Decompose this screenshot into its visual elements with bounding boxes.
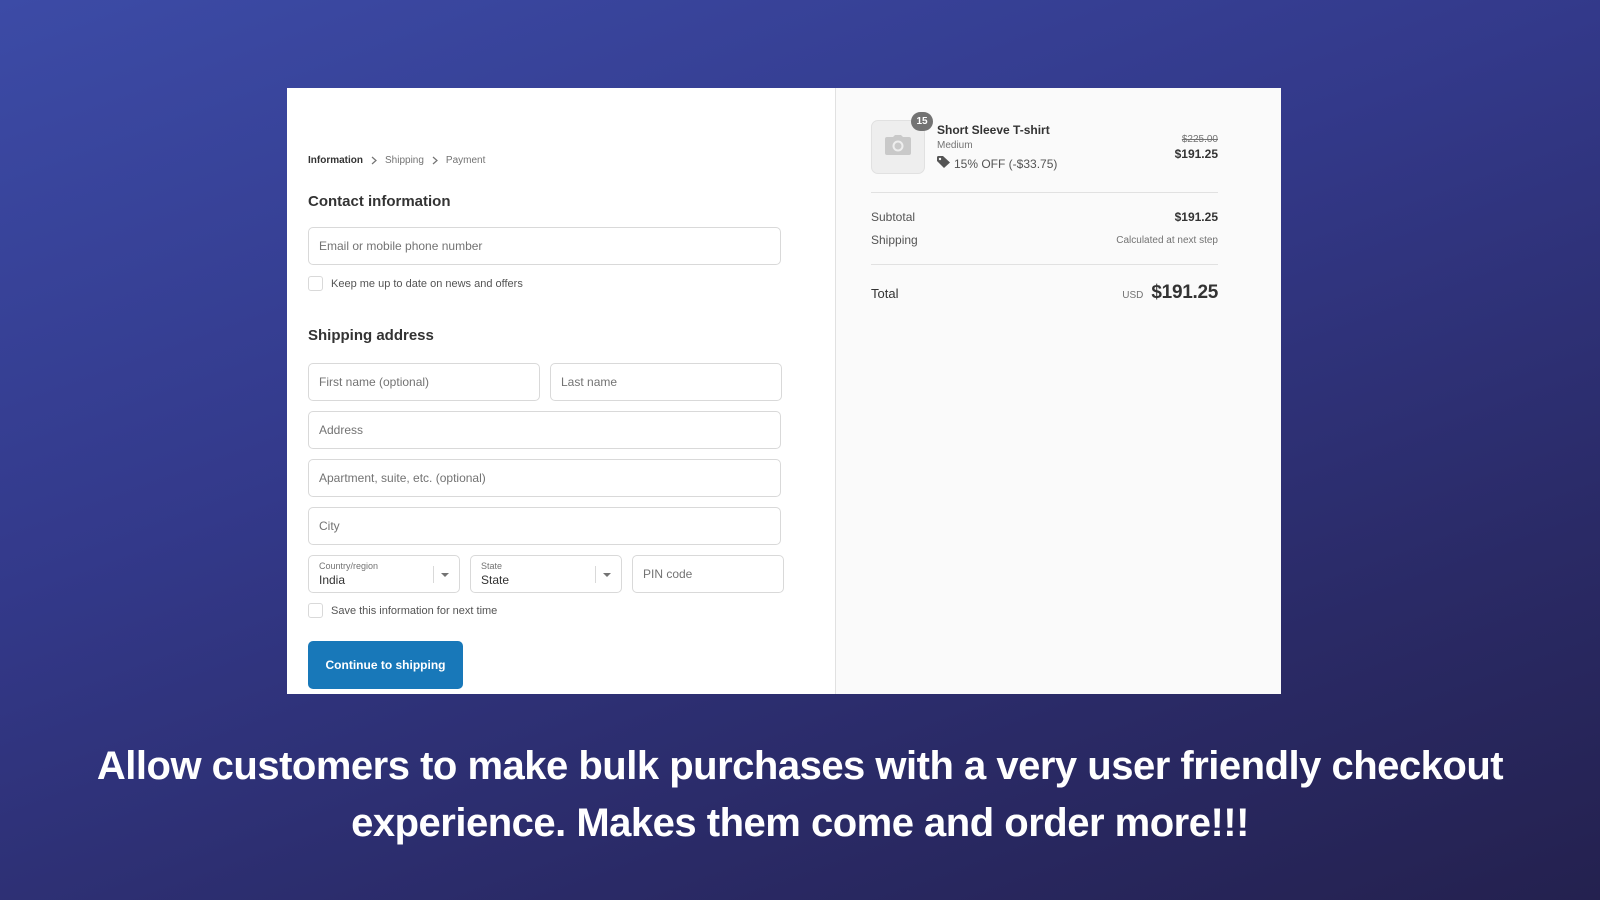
divider	[871, 192, 1218, 193]
select-divider	[595, 566, 596, 583]
pin-code-input[interactable]	[643, 567, 773, 581]
cart-line-item: 15 Short Sleeve T-shirt Medium 15% OFF (…	[871, 112, 1218, 192]
contact-section-title: Contact information	[308, 193, 451, 210]
apartment-input[interactable]	[319, 471, 770, 485]
breadcrumb-shipping[interactable]: Shipping	[385, 155, 424, 166]
original-price: $225.00	[1181, 134, 1218, 145]
product-thumbnail: 15	[871, 112, 933, 174]
state-select[interactable]: State State	[470, 555, 622, 593]
discounted-price: $191.25	[1174, 147, 1218, 161]
select-divider	[433, 566, 434, 583]
save-info-checkbox[interactable]	[308, 603, 323, 618]
product-info: Short Sleeve T-shirt Medium 15% OFF (-$3…	[937, 120, 1057, 171]
total-row: Total USD $191.25	[871, 282, 1218, 304]
last-name-field[interactable]	[550, 363, 782, 401]
address-field[interactable]	[308, 411, 781, 449]
total-value-group: USD $191.25	[1122, 282, 1218, 304]
first-name-input[interactable]	[319, 375, 529, 389]
breadcrumb-payment[interactable]: Payment	[446, 155, 485, 166]
product-prices: $225.00 $191.25	[1175, 120, 1218, 162]
email-input[interactable]	[319, 239, 770, 253]
divider	[871, 264, 1218, 265]
total-currency: USD	[1122, 290, 1144, 301]
subtotal-row: Subtotal $191.25	[871, 210, 1218, 224]
save-info-checkbox-row[interactable]: Save this information for next time	[308, 602, 835, 619]
city-input[interactable]	[319, 519, 770, 533]
address-input[interactable]	[319, 423, 770, 437]
city-field[interactable]	[308, 507, 781, 545]
region-row: Country/region India State State	[308, 555, 835, 593]
promo-caption: Allow customers to make bulk purchases w…	[0, 738, 1600, 852]
chevron-down-icon	[441, 573, 449, 577]
order-summary: 15 Short Sleeve T-shirt Medium 15% OFF (…	[836, 88, 1281, 694]
save-info-label: Save this information for next time	[331, 604, 498, 617]
country-value: India	[319, 573, 346, 587]
apartment-field[interactable]	[308, 459, 781, 497]
chevron-right-icon	[432, 156, 438, 165]
product-variant: Medium	[937, 140, 973, 151]
state-label: State	[481, 561, 503, 571]
product-name: Short Sleeve T-shirt	[937, 123, 1050, 137]
product-discount: 15% OFF (-$33.75)	[937, 156, 1057, 171]
tag-icon	[937, 156, 954, 171]
newsletter-checkbox-row[interactable]: Keep me up to date on news and offers	[308, 275, 835, 292]
discount-text: 15% OFF (-$33.75)	[954, 156, 1058, 171]
shipping-section-title: Shipping address	[308, 327, 434, 344]
continue-to-shipping-button[interactable]: Continue to shipping	[308, 641, 463, 689]
chevron-right-icon	[371, 156, 377, 165]
shipping-value: Calculated at next step	[1116, 234, 1218, 246]
chevron-down-icon	[603, 573, 611, 577]
last-name-input[interactable]	[561, 375, 771, 389]
pin-code-field[interactable]	[632, 555, 784, 593]
breadcrumb: Information Shipping Payment	[308, 152, 835, 168]
breadcrumb-information[interactable]: Information	[308, 155, 363, 166]
newsletter-label: Keep me up to date on news and offers	[331, 277, 523, 290]
country-select[interactable]: Country/region India	[308, 555, 460, 593]
camera-icon	[885, 134, 911, 160]
country-label: Country/region	[319, 561, 379, 571]
shipping-label: Shipping	[871, 233, 918, 247]
newsletter-checkbox[interactable]	[308, 276, 323, 291]
caption-line-1: Allow customers to make bulk purchases w…	[96, 744, 1504, 788]
email-field[interactable]	[308, 227, 781, 265]
total-amount: $191.25	[1151, 282, 1218, 303]
name-row	[308, 363, 835, 401]
caption-line-2: experience. Makes them come and order mo…	[351, 801, 1249, 845]
subtotal-value: $191.25	[1174, 210, 1218, 224]
checkout-panel: Information Shipping Payment Contact inf…	[287, 88, 1281, 694]
subtotal-label: Subtotal	[871, 210, 916, 224]
state-value: State	[481, 573, 510, 587]
shipping-row: Shipping Calculated at next step	[871, 233, 1218, 247]
first-name-field[interactable]	[308, 363, 540, 401]
total-label: Total	[871, 285, 899, 301]
quantity-badge: 15	[911, 112, 933, 131]
checkout-form: Information Shipping Payment Contact inf…	[287, 88, 836, 694]
